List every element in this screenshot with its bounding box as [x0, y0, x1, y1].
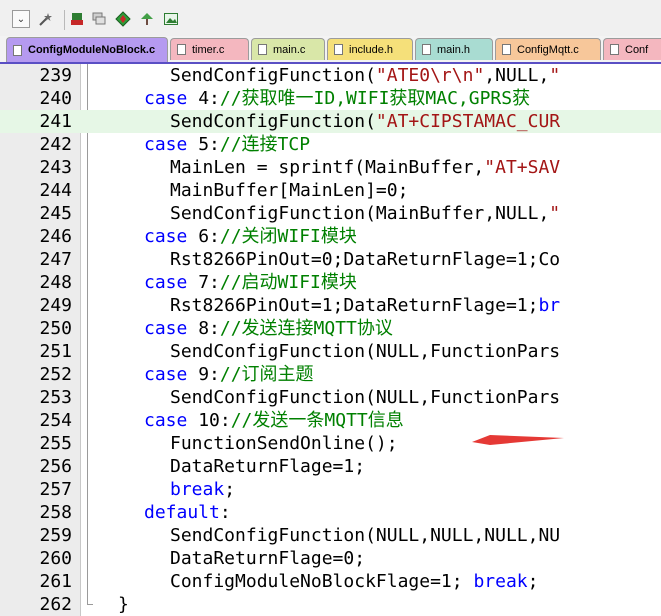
- red-arrow-annotation: [472, 435, 564, 445]
